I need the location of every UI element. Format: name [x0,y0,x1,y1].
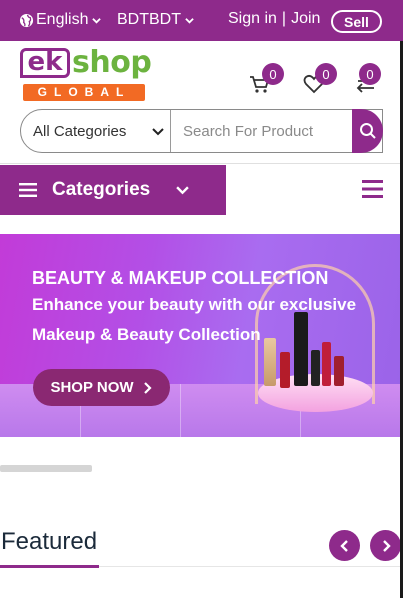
sign-in-link[interactable]: Sign in [228,10,277,28]
nail-polish-product [334,356,344,386]
nail-polish-product [280,352,290,388]
wishlist-count-badge: 0 [315,63,337,85]
language-label: English [36,11,89,28]
banner-slider-indicator[interactable] [0,465,92,472]
auth-separator: | [281,10,287,27]
floor-line [180,384,181,437]
featured-heading: Featured [1,528,98,555]
category-select[interactable]: All Categories [21,110,171,152]
join-link[interactable]: Join [291,10,320,28]
mascara-product [294,312,308,386]
category-select-value: All Categories [33,122,127,140]
hamburger-menu-icon[interactable] [362,180,383,198]
categories-label: Categories [52,179,151,200]
search-input[interactable] [172,110,352,152]
currency-label: BDT [117,11,149,28]
featured-next-button[interactable] [370,530,401,561]
chevron-down-icon [185,17,194,24]
lipstick-product [322,342,331,386]
banner-subtitle-line2: Makeup & Beauty Collection [32,325,261,344]
chevron-down-icon [152,128,164,136]
top-bar: English BDT BDT Sign in | Join Sell [0,0,403,41]
header-divider [0,163,403,164]
hero-banner[interactable]: BEAUTY & MAKEUP COLLECTION Enhance your … [0,234,403,437]
language-selector[interactable]: English [19,11,102,29]
featured-prev-button[interactable] [329,530,360,561]
logo-ek-text: ek [20,48,70,78]
featured-underline [0,565,99,568]
globe-icon [19,13,34,27]
chevron-left-icon [339,539,348,552]
chevron-right-icon [143,381,152,394]
search-bar: All Categories [20,109,383,153]
auth-links: Sign in | Join [228,10,320,28]
lipstick-product [311,350,320,386]
featured-divider [99,566,403,567]
menu-icon [19,183,37,197]
categories-dropdown[interactable]: Categories [0,165,226,215]
site-logo[interactable]: ek shop GLOBAL [20,45,152,104]
compare-count-badge: 0 [359,63,381,85]
cart-count-badge: 0 [262,63,284,85]
shop-now-label: SHOP NOW [50,379,134,396]
foundation-product [264,338,276,386]
shop-now-button[interactable]: SHOP NOW [33,369,170,406]
logo-global-tag: GLOBAL [23,84,145,101]
banner-subtitle-line1: Enhance your beauty with our exclusive [32,295,357,314]
chevron-down-icon [92,17,102,24]
currency-symbol: BDT [149,11,181,28]
search-icon [359,123,376,139]
chevron-right-icon [382,539,391,552]
sell-button[interactable]: Sell [331,10,382,33]
banner-title: BEAUTY & MAKEUP COLLECTION [32,268,329,288]
logo-shop-text: shop [72,45,152,80]
currency-selector[interactable]: BDT BDT [117,11,194,29]
chevron-down-icon [176,186,189,195]
logo-wordmark: ek shop [20,45,152,80]
